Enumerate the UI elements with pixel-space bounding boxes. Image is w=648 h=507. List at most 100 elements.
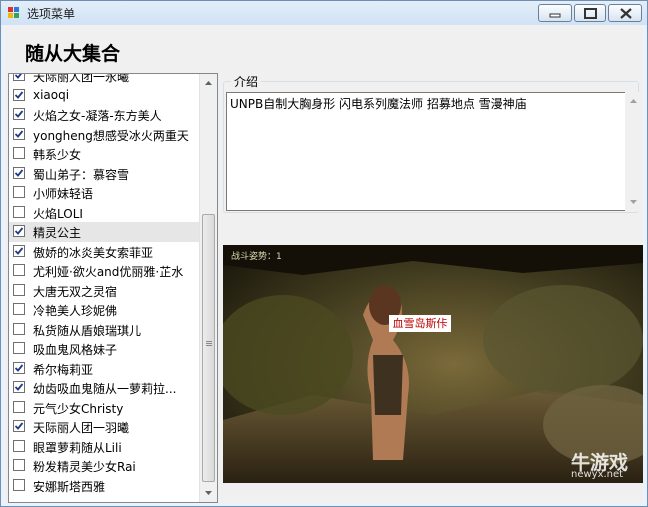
companion-preview-image: 战斗姿势：1 血雪岛斯佧 牛游戏 newyx.net — [223, 245, 643, 483]
companion-list[interactable]: 天际丽人团一永曦 xiaoqi 火焰之女-凝落-东方美人 yongheng想感受冰火两… — [8, 73, 218, 503]
checkbox[interactable] — [13, 361, 25, 374]
checkmark-icon — [14, 74, 23, 79]
list-item-label: 吸血鬼风格妹子 — [33, 343, 118, 357]
image-caption: 战斗姿势：1 — [231, 252, 282, 262]
minimize-button[interactable] — [538, 4, 572, 22]
list-item-label: 天际丽人团一羽曦 — [33, 421, 130, 435]
intro-textbox[interactable]: UNPB自制大胸身形 闪电系列魔法师 招募地点 雪漫神庙 — [226, 92, 642, 211]
list-item[interactable]: 火焰之女-凝落-东方美人 — [9, 105, 199, 125]
checkmark-icon — [14, 363, 24, 372]
app-window: 选项菜单 随从大集合 天际丽人团一永曦 xiaoqi 火焰之女-凝落-东方美人 yon… — [0, 0, 648, 507]
list-item-label: 小师妹轻语 — [33, 187, 94, 201]
checkbox[interactable] — [13, 147, 25, 159]
list-item[interactable]: 傲娇的冰炎美女索菲亚 — [9, 242, 199, 262]
checkbox[interactable] — [13, 127, 25, 140]
checkmark-icon — [14, 90, 24, 99]
list-item-label: 元气少女Christy — [33, 401, 124, 416]
minimize-icon — [549, 13, 561, 18]
checkbox[interactable] — [13, 381, 25, 393]
checkbox[interactable] — [13, 303, 25, 315]
scroll-up-icon[interactable] — [200, 74, 217, 91]
checkbox[interactable] — [13, 459, 25, 471]
intro-groupbox: 介绍 UNPB自制大胸身形 闪电系列魔法师 招募地点 雪漫神庙 — [223, 73, 642, 213]
list-item[interactable]: 小师妹轻语 — [9, 183, 199, 203]
list-item-label: 粉发精灵美少女Rai — [33, 460, 136, 474]
list-item-label: 希尔梅莉亚 — [33, 362, 94, 377]
list-item-label: 大唐无双之灵宿 — [33, 284, 118, 299]
checkbox[interactable] — [13, 244, 25, 257]
checkbox[interactable] — [13, 74, 25, 81]
list-item[interactable]: 粉发精灵美少女Rai — [9, 456, 199, 476]
checkmark-icon — [14, 227, 24, 235]
checkbox[interactable] — [13, 186, 25, 198]
list-item[interactable]: 天际丽人团一羽曦 — [9, 417, 199, 437]
checkbox[interactable] — [13, 439, 25, 452]
list-item[interactable]: 蜀山弟子：慕容雪 — [9, 164, 199, 184]
checkbox[interactable] — [13, 166, 25, 179]
list-item-label: 安娜斯塔西雅 — [33, 479, 106, 494]
checkbox[interactable] — [13, 283, 25, 296]
list-item[interactable]: 元气少女Christy — [9, 398, 199, 418]
list-item-label: 眼罩萝莉随从Lili — [33, 440, 122, 455]
watermark-url: newyx.net — [571, 469, 624, 480]
list-item-label: 韩系少女 — [33, 148, 82, 162]
list-item[interactable]: 安娜斯塔西雅 — [9, 476, 199, 496]
checkbox[interactable] — [13, 420, 25, 432]
intro-scrollbar[interactable] — [625, 92, 642, 211]
list-item[interactable]: 冷艳美人珍妮佛 — [9, 300, 199, 320]
list-item[interactable]: 大唐无双之灵宿 — [9, 281, 199, 301]
checkbox[interactable] — [13, 478, 25, 491]
list-item-label: 火焰之女-凝落-东方美人 — [33, 109, 162, 123]
page-title: 随从大集合 — [25, 43, 121, 65]
checkmark-icon — [14, 168, 24, 177]
checkbox[interactable] — [13, 205, 25, 218]
checkbox[interactable] — [13, 108, 25, 120]
checkmark-icon — [14, 422, 24, 430]
close-button[interactable] — [608, 4, 642, 22]
list-item-label: 火焰LOLI — [33, 206, 83, 221]
list-item[interactable]: 吸血鬼风格妹子 — [9, 339, 199, 359]
list-item[interactable]: 眼罩萝莉随从Lili — [9, 437, 199, 457]
list-item[interactable]: 火焰LOLI — [9, 203, 199, 223]
list-item[interactable]: xiaoqi — [9, 86, 199, 106]
checkbox[interactable] — [13, 400, 25, 413]
list-item[interactable]: 私货随从盾娘瑞琪儿 — [9, 320, 199, 340]
scroll-down-icon[interactable] — [625, 194, 642, 211]
list-item[interactable]: 幼齿吸血鬼随从一萝莉拉... — [9, 378, 199, 398]
list-item-label: xiaoqi — [33, 87, 70, 102]
client-area: 随从大集合 天际丽人团一永曦 xiaoqi 火焰之女-凝落-东方美人 yongheng… — [5, 25, 643, 503]
checkbox[interactable] — [13, 88, 25, 101]
checkbox[interactable] — [13, 225, 25, 237]
list-scrollbar[interactable] — [199, 74, 217, 502]
list-item[interactable]: 天际丽人团一永曦 — [9, 74, 199, 86]
maximize-button[interactable] — [574, 4, 606, 22]
checkmark-icon — [14, 246, 24, 255]
list-item-label: 蜀山弟子：慕容雪 — [33, 167, 130, 182]
list-item-label: yongheng想感受冰火两重天 — [33, 128, 189, 143]
title-bar: 选项菜单 — [1, 1, 647, 25]
scroll-down-icon[interactable] — [200, 485, 217, 502]
scroll-thumb[interactable] — [202, 214, 215, 482]
image-sign: 血雪岛斯佧 — [389, 315, 451, 332]
list-item[interactable]: 精灵公主 — [9, 222, 199, 242]
checkmark-icon — [14, 129, 24, 138]
list-item[interactable]: 尤利娅·欲火and优丽雅·芷水 — [9, 261, 199, 281]
intro-legend: 介绍 — [231, 73, 262, 90]
list-item-label: 私货随从盾娘瑞琪儿 — [33, 323, 142, 338]
checkmark-icon — [14, 383, 24, 391]
list-item[interactable]: 韩系少女 — [9, 144, 199, 164]
window-title: 选项菜单 — [27, 7, 76, 21]
scroll-up-icon[interactable] — [625, 92, 642, 109]
checkbox[interactable] — [13, 264, 25, 276]
close-icon — [620, 8, 632, 19]
list-item-label: 傲娇的冰炎美女索菲亚 — [33, 245, 154, 260]
checkbox[interactable] — [13, 322, 25, 335]
list-item-label: 精灵公主 — [33, 226, 82, 240]
checkbox[interactable] — [13, 342, 25, 354]
list-item-label: 冷艳美人珍妮佛 — [33, 304, 118, 318]
list-item-label: 尤利娅·欲火and优丽雅·芷水 — [33, 265, 184, 279]
list-item[interactable]: 希尔梅莉亚 — [9, 359, 199, 379]
list-item[interactable]: yongheng想感受冰火两重天 — [9, 125, 199, 145]
companion-list-items: 天际丽人团一永曦 xiaoqi 火焰之女-凝落-东方美人 yongheng想感受冰火两… — [9, 74, 199, 496]
checkmark-icon — [14, 110, 24, 118]
